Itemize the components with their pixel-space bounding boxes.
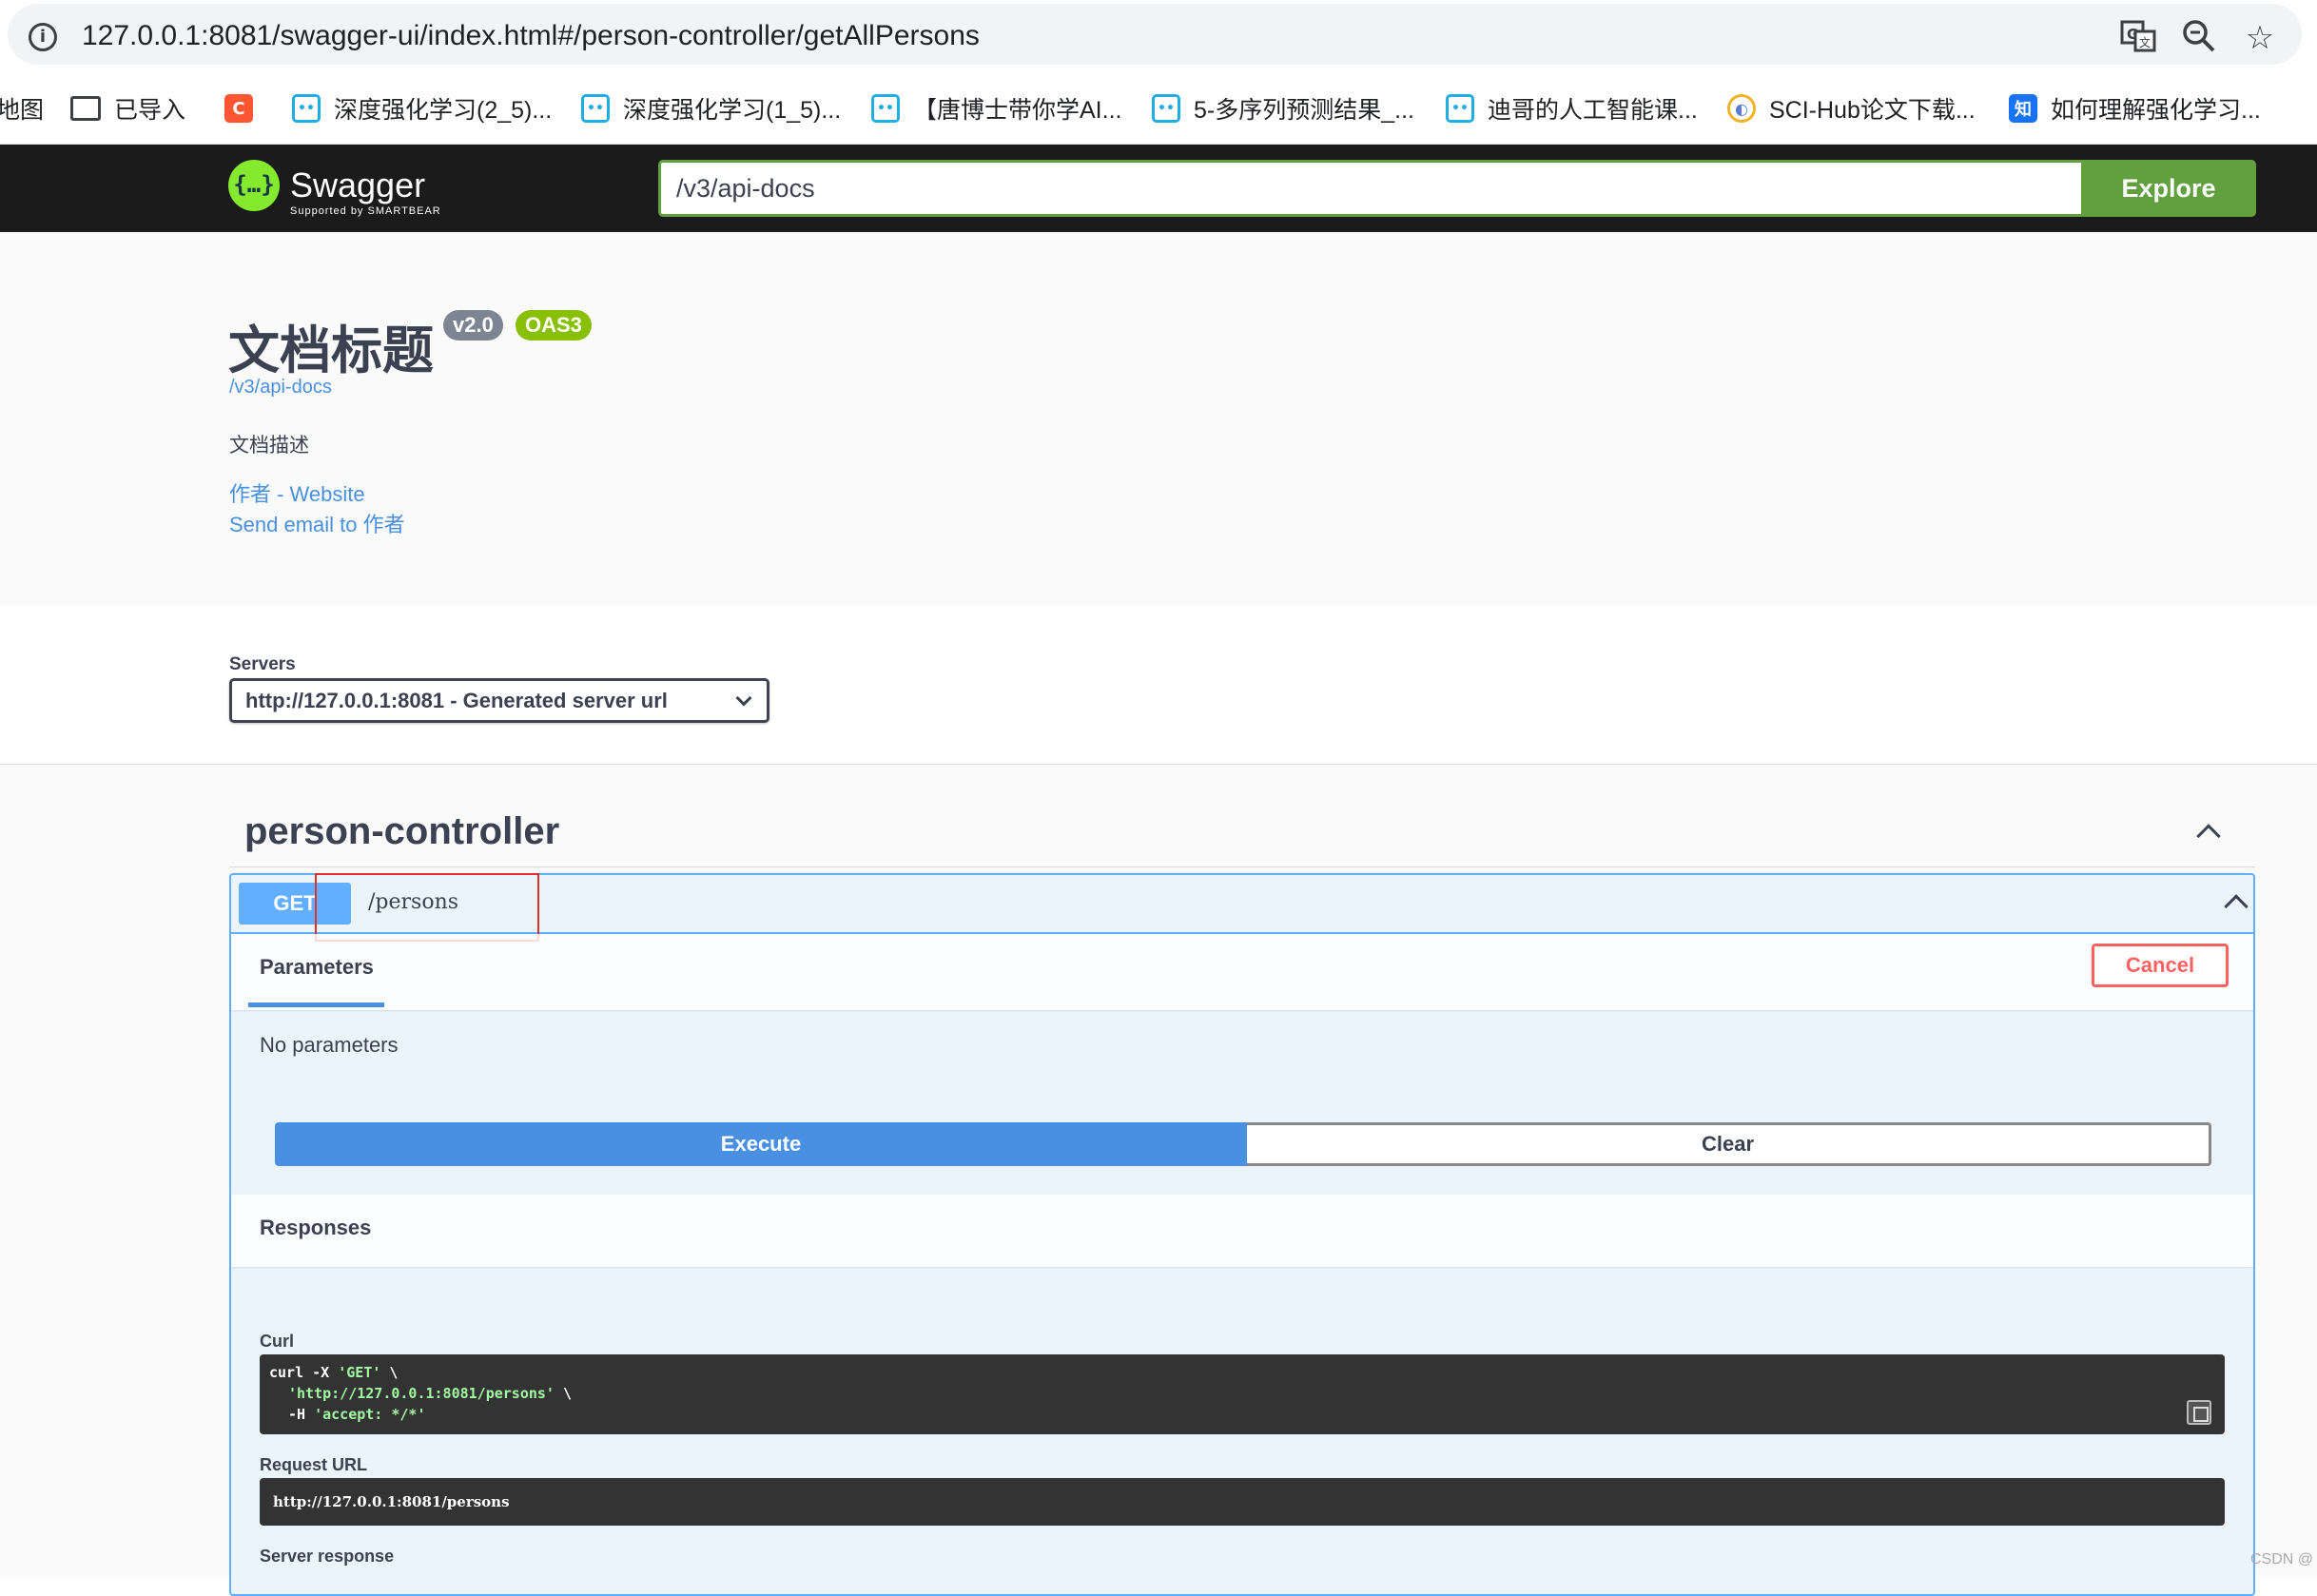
zoom-icon[interactable] <box>2178 17 2220 59</box>
server-response-label: Server response <box>260 1547 395 1566</box>
curl-line-3: -H 'accept: */*' <box>288 1406 426 1423</box>
tab-underline <box>248 1002 384 1007</box>
url-text[interactable]: 127.0.0.1:8081/swagger-ui/index.html#/pe… <box>82 20 980 52</box>
curl-line-1: curl -X 'GET' \ <box>269 1364 399 1381</box>
chevron-down-icon <box>735 690 752 707</box>
bookmark-map[interactable]: 地图 <box>0 91 44 126</box>
bookmark-scihub[interactable]: ◐ SCI-Hub论文下载... <box>1727 91 1976 126</box>
explore-button[interactable]: Explore <box>2081 160 2256 217</box>
bookmark-drl-2-5[interactable]: •• 深度强化学习(2_5)... <box>292 91 552 126</box>
swagger-logo-text[interactable]: Swagger <box>290 165 425 205</box>
csdn-watermark: CSDN @ <box>2249 1551 2313 1567</box>
servers-label: Servers <box>229 654 296 674</box>
responses-title: Responses <box>260 1216 372 1239</box>
opblock-get-persons: GET /persons Parameters Cancel No parame… <box>229 873 2255 1596</box>
info-icon[interactable]: i <box>29 23 57 51</box>
opblock-summary[interactable]: GET /persons <box>231 873 2253 942</box>
star-icon[interactable]: ☆ <box>2239 17 2281 59</box>
bilibili-icon: •• <box>871 94 900 123</box>
swagger-topbar: {…} Swagger Supported by SMARTBEAR /v3/a… <box>0 145 2317 232</box>
bilibili-icon: •• <box>581 94 610 123</box>
bookmark-imported[interactable]: 已导入 <box>70 91 185 126</box>
request-url-label: Request URL <box>260 1455 368 1474</box>
cancel-button[interactable]: Cancel <box>2092 944 2229 987</box>
bilibili-icon: •• <box>1446 94 1474 123</box>
bookmark-multiseq[interactable]: •• 5-多序列预测结果_... <box>1152 91 1414 126</box>
bookmarks-bar: 地图 已导入 C •• 深度强化学习(2_5)... •• 深度强化学习(1_5).… <box>0 70 2317 145</box>
omnibox[interactable]: i 127.0.0.1:8081/swagger-ui/index.html#/… <box>8 4 2302 65</box>
author-website-link[interactable]: 作者 - Website <box>229 477 365 508</box>
responses-header: Responses <box>231 1195 2253 1267</box>
server-select[interactable]: http://127.0.0.1:8081 - Generated server… <box>229 678 769 723</box>
curl-code-block[interactable]: curl -X 'GET' \ 'http://127.0.0.1:8081/p… <box>260 1354 2225 1434</box>
highlight-box <box>315 873 539 942</box>
copy-icon[interactable] <box>2187 1400 2211 1425</box>
execute-button[interactable]: Execute <box>275 1122 1247 1166</box>
folder-icon <box>70 96 101 121</box>
swagger-logo-subtitle: Supported by SMARTBEAR <box>290 205 441 217</box>
api-description: 文档描述 <box>229 435 309 457</box>
curl-label: Curl <box>260 1332 294 1351</box>
tab-parameters[interactable]: Parameters <box>260 955 374 980</box>
scihub-icon: ◐ <box>1727 94 1756 123</box>
parameters-header: Parameters Cancel <box>231 934 2253 1010</box>
chevron-up-icon[interactable] <box>2224 894 2249 919</box>
translate-icon[interactable]: G文 <box>2117 17 2159 59</box>
api-title: 文档标题 <box>228 322 434 380</box>
server-select-value: http://127.0.0.1:8081 - Generated server… <box>245 689 668 712</box>
zhihu-icon: 知 <box>2009 94 2037 123</box>
bookmark-tang-ai[interactable]: •• 【唐博士带你学AI... <box>871 91 1121 126</box>
version-badge: v2.0 <box>443 310 503 341</box>
author-email-link[interactable]: Send email to 作者 <box>229 508 405 538</box>
no-parameters-text: No parameters <box>260 1033 399 1057</box>
bilibili-icon: •• <box>1152 94 1180 123</box>
bookmark-drl-1-5[interactable]: •• 深度强化学习(1_5)... <box>581 91 841 126</box>
operations-area: person-controller GET /persons Parameter… <box>0 765 2317 1596</box>
spec-url-input[interactable]: /v3/api-docs <box>658 160 2083 217</box>
chevron-up-icon[interactable] <box>2196 824 2221 848</box>
bookmark-csdn[interactable]: C <box>224 91 266 126</box>
tag-header[interactable]: person-controller <box>229 799 2255 867</box>
browser-address-bar: i 127.0.0.1:8081/swagger-ui/index.html#/… <box>0 0 2317 70</box>
oas-badge: OAS3 <box>516 310 592 341</box>
spec-link[interactable]: /v3/api-docs <box>229 377 332 399</box>
request-url-value[interactable]: http://127.0.0.1:8081/persons <box>260 1478 2225 1526</box>
bookmark-dige-ai[interactable]: •• 迪哥的人工智能课... <box>1446 91 1698 126</box>
clear-button[interactable]: Clear <box>1247 1122 2211 1166</box>
swagger-logo-icon[interactable]: {…} <box>228 160 280 211</box>
bookmark-zhihu[interactable]: 知如何理解强化学习... <box>2009 91 2261 126</box>
svg-text:文: 文 <box>2139 35 2151 49</box>
curl-line-2: 'http://127.0.0.1:8081/persons' \ <box>288 1385 573 1402</box>
csdn-icon: C <box>224 94 253 123</box>
bilibili-icon: •• <box>292 94 321 123</box>
tag-title[interactable]: person-controller <box>244 810 559 853</box>
servers-section: Servers http://127.0.0.1:8081 - Generate… <box>0 605 2317 765</box>
api-info: 文档标题 v2.0 OAS3 /v3/api-docs 文档描述 作者 - We… <box>0 232 2317 605</box>
